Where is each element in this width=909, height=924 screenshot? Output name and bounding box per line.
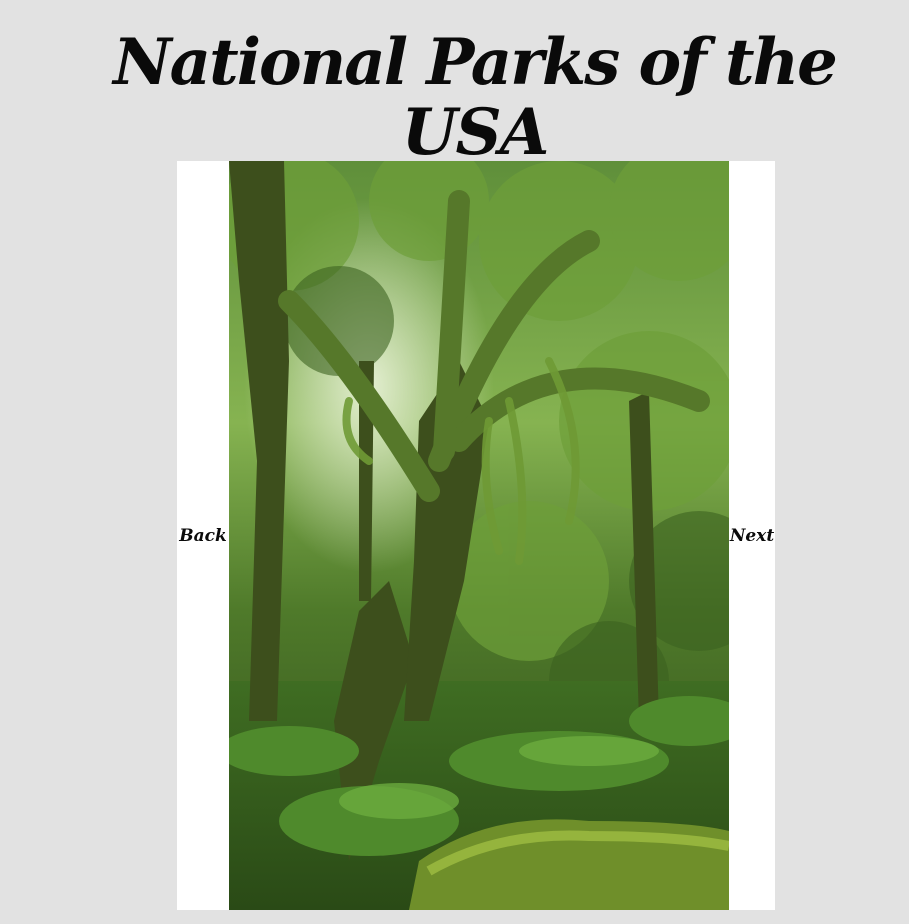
next-button[interactable]: Next	[729, 161, 775, 910]
rainforest-photo	[229, 161, 729, 910]
back-button[interactable]: Back	[177, 161, 229, 910]
page: National Parks of the USA Back Next	[0, 0, 909, 924]
image-slider: Back Next	[177, 161, 775, 910]
page-title: National Parks of the USA	[113, 25, 838, 171]
slide-image	[229, 161, 729, 910]
